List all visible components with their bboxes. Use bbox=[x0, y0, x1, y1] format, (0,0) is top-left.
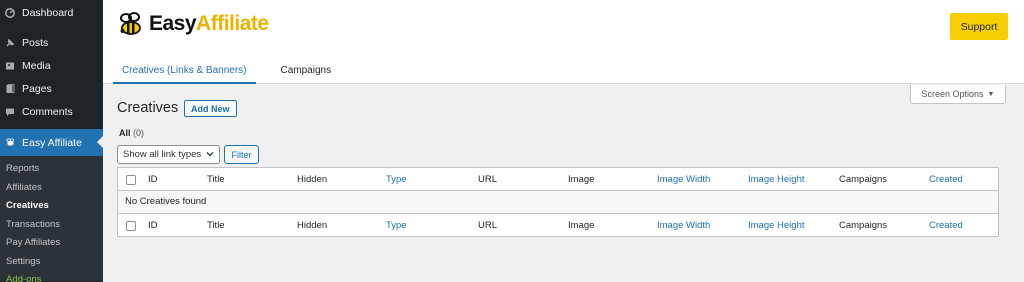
sidebar-item-posts[interactable]: Posts bbox=[0, 31, 103, 54]
column-header-image: Image bbox=[568, 174, 595, 185]
sidebar-item-label: Media bbox=[22, 59, 51, 72]
filter-all-link[interactable]: All bbox=[119, 128, 131, 138]
submenu-item-affiliates[interactable]: Affiliates bbox=[0, 179, 103, 198]
submenu-item-creatives[interactable]: Creatives bbox=[0, 197, 103, 216]
column-footer-url: URL bbox=[478, 220, 498, 231]
sidebar-submenu: Reports Affiliates Creatives Transaction… bbox=[0, 156, 103, 282]
sidebar-item-label: Easy Affiliate bbox=[22, 136, 82, 149]
pages-icon bbox=[5, 83, 15, 94]
submenu-item-pay-affiliates[interactable]: Pay Affiliates bbox=[0, 234, 103, 253]
column-footer-image-height[interactable]: Image Height bbox=[748, 214, 805, 237]
tab-campaigns[interactable]: Campaigns bbox=[272, 58, 341, 84]
tab-creatives[interactable]: Creatives (Links & Banners) bbox=[113, 58, 256, 84]
sidebar-item-label: Posts bbox=[22, 36, 49, 49]
column-footer-hidden: Hidden bbox=[297, 220, 328, 231]
column-footer-id: ID bbox=[148, 220, 158, 231]
sidebar-item-label: Dashboard bbox=[22, 6, 74, 19]
column-header-image-width[interactable]: Image Width bbox=[657, 168, 710, 191]
main-content: Screen Options ▼ Creatives Add New All (… bbox=[103, 85, 1024, 282]
admin-sidebar: Dashboard Posts Media Pages Comments Eas… bbox=[0, 0, 103, 282]
submenu-item-settings[interactable]: Settings bbox=[0, 253, 103, 272]
submenu-item-transactions[interactable]: Transactions bbox=[0, 216, 103, 235]
filter-all-count: (0) bbox=[133, 128, 145, 138]
logo-word-affiliate: Affiliate bbox=[196, 12, 269, 35]
comments-icon bbox=[5, 107, 15, 117]
sidebar-item-label: Comments bbox=[22, 105, 73, 118]
table-header-row: ID Title Hidden Type URL Image Image Wid… bbox=[118, 168, 998, 191]
column-footer-image-width[interactable]: Image Width bbox=[657, 214, 710, 237]
submenu-item-reports[interactable]: Reports bbox=[0, 160, 103, 179]
sidebar-item-easy-affiliate[interactable]: Easy Affiliate bbox=[0, 129, 103, 156]
column-footer-created[interactable]: Created bbox=[929, 214, 963, 237]
column-footer-image: Image bbox=[568, 220, 595, 231]
sidebar-item-media[interactable]: Media bbox=[0, 54, 103, 77]
sidebar-item-pages[interactable]: Pages bbox=[0, 77, 103, 100]
add-new-button[interactable]: Add New bbox=[184, 100, 237, 117]
select-all-checkbox[interactable] bbox=[126, 175, 136, 185]
status-filter: All (0) bbox=[119, 128, 144, 138]
column-header-hidden: Hidden bbox=[297, 174, 328, 185]
bee-icon bbox=[5, 138, 15, 148]
plugin-header: Easy Affiliate Support Creatives (Links … bbox=[103, 0, 1024, 84]
sidebar-item-label: Pages bbox=[22, 82, 52, 95]
bee-logo-icon bbox=[117, 10, 145, 38]
easy-affiliate-logo: Easy Affiliate bbox=[117, 10, 269, 38]
plugin-tabs: Creatives (Links & Banners) Campaigns bbox=[113, 58, 356, 84]
screen-options-button[interactable]: Screen Options ▼ bbox=[910, 85, 1006, 104]
page-title: Creatives bbox=[117, 100, 179, 116]
column-footer-campaigns: Campaigns bbox=[839, 220, 888, 231]
dashboard-icon bbox=[5, 7, 15, 18]
column-header-url: URL bbox=[478, 174, 498, 185]
screen-options-label: Screen Options bbox=[921, 89, 984, 99]
column-header-campaigns: Campaigns bbox=[839, 174, 888, 185]
column-header-image-height[interactable]: Image Height bbox=[748, 168, 805, 191]
column-footer-type[interactable]: Type bbox=[386, 214, 407, 237]
caret-down-icon: ▼ bbox=[987, 90, 995, 98]
media-icon bbox=[5, 61, 15, 71]
column-header-title: Title bbox=[207, 174, 225, 185]
column-header-created[interactable]: Created bbox=[929, 168, 963, 191]
filter-button[interactable]: Filter bbox=[224, 145, 259, 164]
empty-message: No Creatives found bbox=[125, 196, 207, 207]
link-type-select-value: Show all link types bbox=[123, 149, 202, 160]
empty-row: No Creatives found bbox=[118, 191, 998, 213]
submenu-item-add-ons[interactable]: Add-ons bbox=[0, 271, 103, 282]
link-type-select[interactable]: Show all link types bbox=[117, 145, 220, 164]
chevron-down-icon bbox=[206, 150, 214, 160]
sidebar-item-comments[interactable]: Comments bbox=[0, 100, 103, 123]
creatives-table: ID Title Hidden Type URL Image Image Wid… bbox=[117, 167, 999, 237]
support-button[interactable]: Support bbox=[950, 13, 1008, 40]
sidebar-item-dashboard[interactable]: Dashboard bbox=[0, 0, 103, 25]
select-all-checkbox-footer[interactable] bbox=[126, 221, 136, 231]
column-header-type[interactable]: Type bbox=[386, 168, 407, 191]
column-header-id: ID bbox=[148, 174, 158, 185]
column-footer-title: Title bbox=[207, 220, 225, 231]
logo-word-easy: Easy bbox=[149, 12, 197, 35]
table-footer-row: ID Title Hidden Type URL Image Image Wid… bbox=[118, 213, 998, 236]
pin-icon bbox=[5, 38, 15, 48]
